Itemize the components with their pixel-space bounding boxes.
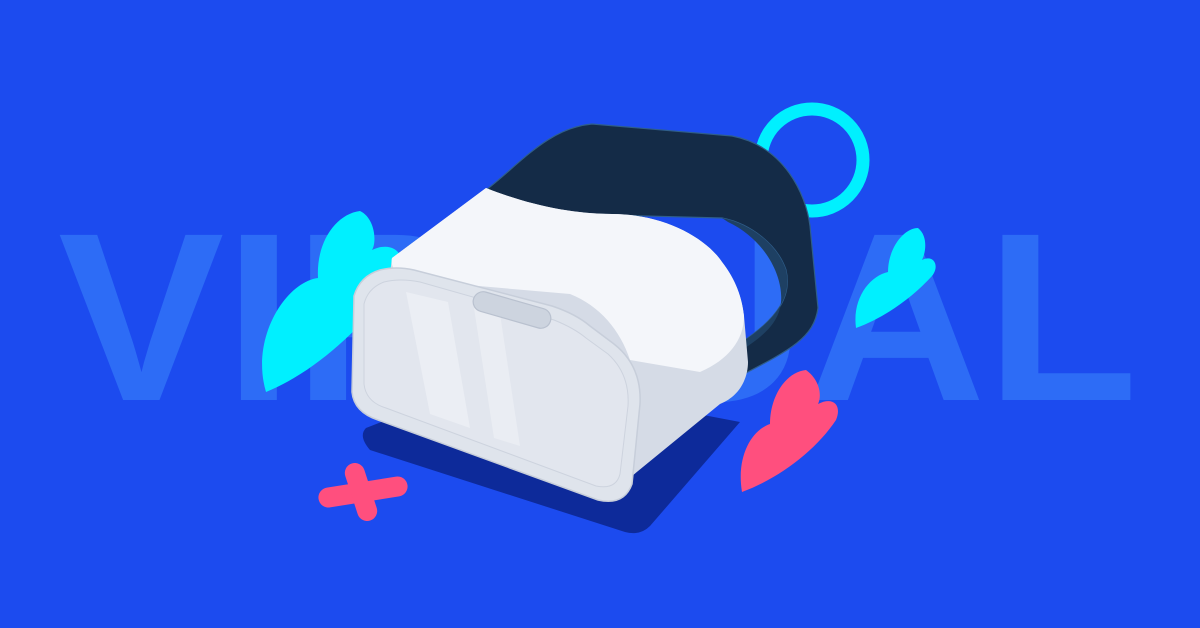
cloud-icon (740, 370, 838, 492)
illustration-art (262, 102, 936, 534)
cloud-icon (855, 228, 936, 328)
hero-illustration: VIRTUAL (0, 0, 1200, 628)
plus-icon (318, 462, 408, 522)
